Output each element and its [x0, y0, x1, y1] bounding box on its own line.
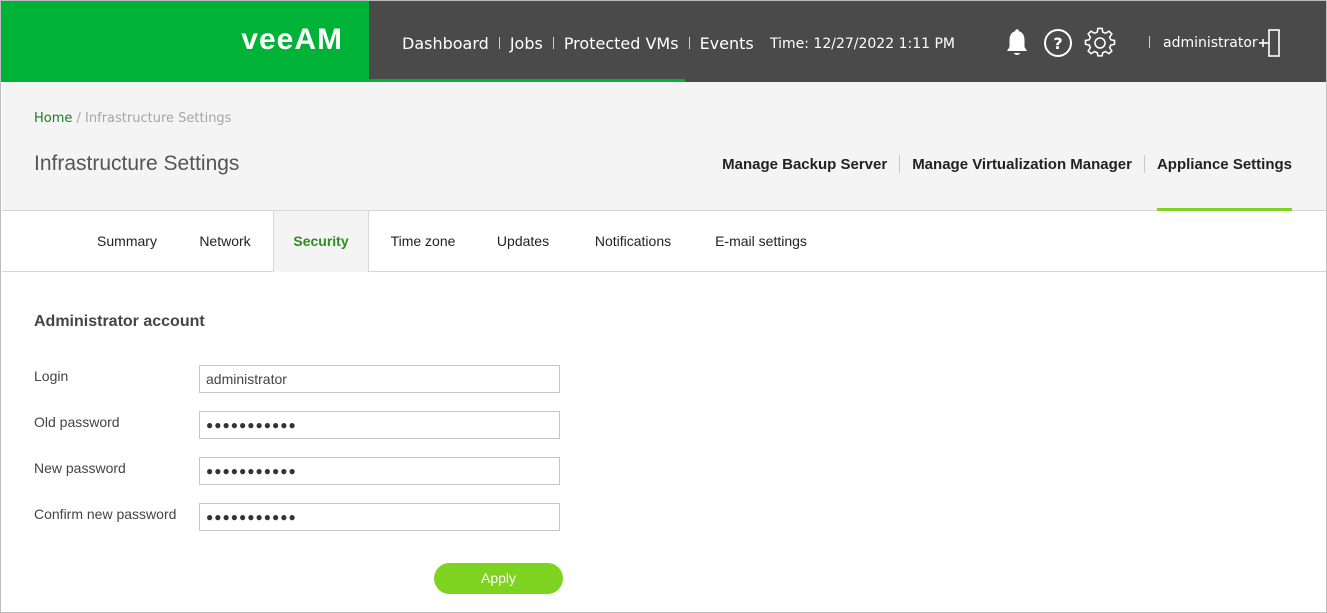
breadcrumb-separator: /	[72, 111, 86, 126]
nav-separator	[498, 37, 500, 49]
breadcrumb-home-link[interactable]: Home	[34, 111, 72, 126]
nav-separator	[552, 37, 554, 49]
bell-icon[interactable]	[1001, 27, 1033, 59]
login-input[interactable]: administrator	[199, 365, 560, 393]
subnav-manage-virtualization-manager[interactable]: Manage Virtualization Manager	[912, 156, 1132, 173]
nav-separator	[688, 37, 690, 49]
settings-subnav: Manage Backup Server Manage Virtualizati…	[722, 155, 1293, 212]
logo-block: veeAM	[1, 1, 369, 82]
new-password-label: New password	[34, 460, 126, 476]
tab-notifications[interactable]: Notifications	[580, 211, 686, 271]
tab-email-settings[interactable]: E-mail settings	[702, 211, 820, 271]
veeam-logo: veeAM	[241, 23, 343, 56]
confirm-password-input[interactable]: ●●●●●●●●●●●	[199, 503, 560, 531]
tab-updates[interactable]: Updates	[483, 211, 563, 271]
nav-events[interactable]: Events	[694, 34, 760, 53]
confirm-password-label: Confirm new password	[34, 506, 177, 522]
subnav-separator	[1143, 155, 1145, 173]
help-icon[interactable]: ?	[1042, 27, 1074, 59]
app-window: veeAM Dashboard Jobs Protected VMs Event…	[0, 0, 1327, 613]
tab-network[interactable]: Network	[184, 211, 266, 271]
settings-tabs: Summary Network Security Time zone Updat…	[2, 211, 1326, 272]
tab-time-zone[interactable]: Time zone	[377, 211, 469, 271]
user-separator	[1149, 36, 1150, 48]
new-password-input[interactable]: ●●●●●●●●●●●	[199, 457, 560, 485]
breadcrumb-current: Infrastructure Settings	[85, 111, 232, 126]
logout-icon[interactable]	[1257, 29, 1283, 57]
section-title: Administrator account	[34, 313, 205, 330]
user-name[interactable]: administrator	[1163, 35, 1258, 51]
old-password-input[interactable]: ●●●●●●●●●●●	[199, 411, 560, 439]
page-title: Infrastructure Settings	[34, 152, 240, 175]
subnav-manage-backup-server[interactable]: Manage Backup Server	[722, 156, 887, 173]
subnav-appliance-settings[interactable]: Appliance Settings	[1156, 156, 1293, 212]
tab-security[interactable]: Security	[273, 211, 369, 272]
server-time: Time: 12/27/2022 1:11 PM	[770, 36, 955, 52]
page-header: Home / Infrastructure Settings Infrastru…	[2, 82, 1326, 212]
nav-jobs[interactable]: Jobs	[504, 34, 549, 53]
svg-text:?: ?	[1053, 34, 1062, 53]
top-bar: veeAM Dashboard Jobs Protected VMs Event…	[1, 1, 1326, 82]
subnav-separator	[899, 155, 901, 173]
nav-dashboard[interactable]: Dashboard	[391, 34, 495, 53]
tab-summary[interactable]: Summary	[80, 211, 174, 271]
gear-icon[interactable]	[1084, 27, 1116, 59]
nav-protected-vms[interactable]: Protected VMs	[558, 34, 685, 53]
old-password-label: Old password	[34, 414, 120, 430]
breadcrumb: Home / Infrastructure Settings	[34, 111, 231, 126]
login-label: Login	[34, 368, 69, 384]
apply-button[interactable]: Apply	[434, 563, 563, 594]
main-nav: Dashboard Jobs Protected VMs Events	[391, 31, 760, 55]
